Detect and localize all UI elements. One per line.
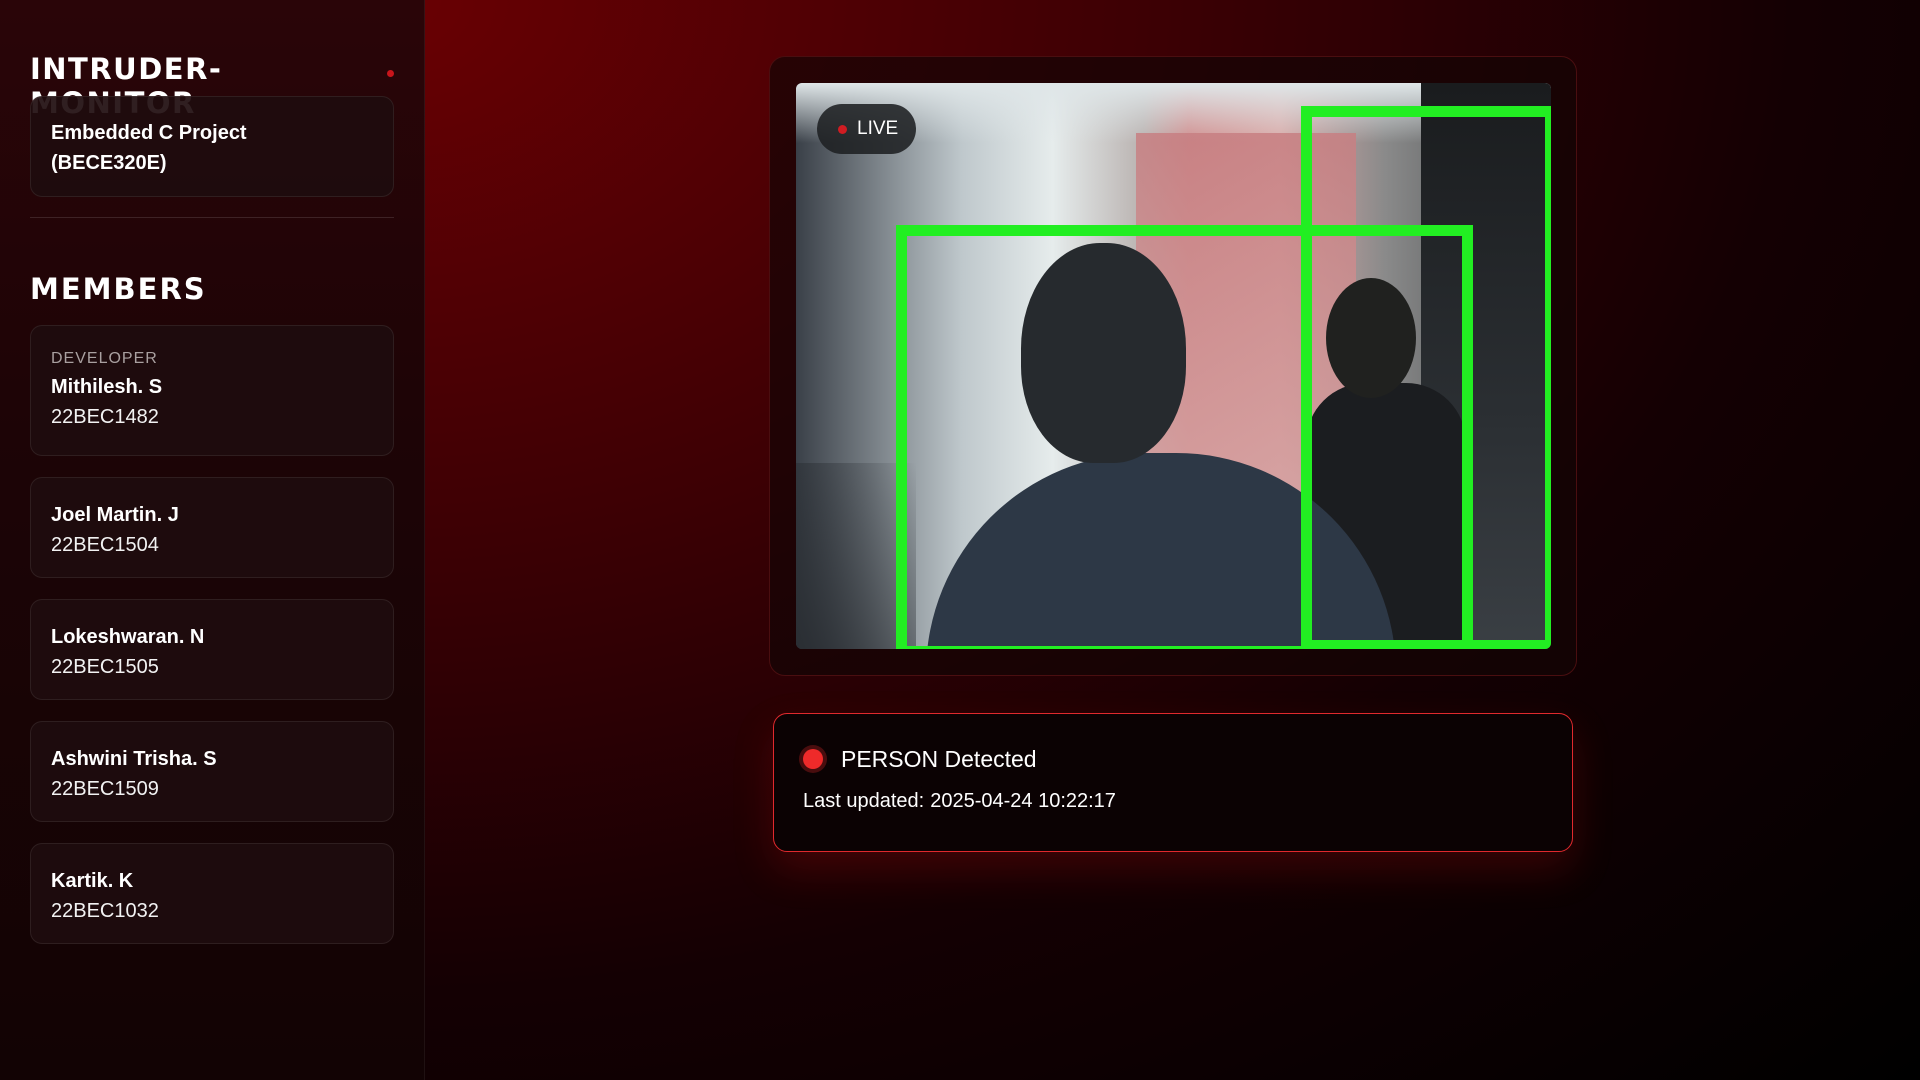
last-updated-label: Last updated: <box>803 790 925 812</box>
live-label: LIVE <box>857 118 899 139</box>
alert-dot-icon <box>803 749 823 769</box>
member-name: Ashwini Trisha. S <box>51 748 217 770</box>
member-name: Mithilesh. S <box>51 376 163 398</box>
live-dot-icon <box>838 124 847 134</box>
members-heading: MEMBERS <box>30 272 207 306</box>
member-card: Joel Martin. J 22BEC1504 <box>30 477 394 578</box>
video-panel: LIVE <box>769 56 1577 676</box>
last-updated-value: 2025-04-24 10:22:17 <box>930 790 1116 812</box>
member-role: DEVELOPER <box>51 350 158 367</box>
member-id: 22BEC1505 <box>51 656 159 678</box>
member-card: DEVELOPER Mithilesh. S 22BEC1482 <box>30 325 394 456</box>
member-card: Ashwini Trisha. S 22BEC1509 <box>30 721 394 822</box>
status-row: PERSON Detected <box>803 744 1543 774</box>
project-card: Embedded C Project (BECE320E) <box>30 96 394 197</box>
camera-feed: LIVE <box>796 83 1551 649</box>
detection-status-card: PERSON Detected Last updated: 2025-04-24… <box>773 713 1573 852</box>
member-card: Kartik. K 22BEC1032 <box>30 843 394 944</box>
detection-box <box>1301 106 1551 649</box>
project-name: Embedded C Project <box>51 122 247 144</box>
project-code: (BECE320E) <box>51 152 167 174</box>
brand-status-dot-icon <box>387 70 394 77</box>
sidebar-divider <box>30 217 394 218</box>
last-updated: Last updated: 2025-04-24 10:22:17 <box>803 790 1543 813</box>
status-message: PERSON Detected <box>841 745 1037 772</box>
member-id: 22BEC1504 <box>51 534 159 556</box>
member-name: Lokeshwaran. N <box>51 626 205 648</box>
member-name: Joel Martin. J <box>51 504 179 526</box>
member-id: 22BEC1509 <box>51 778 159 800</box>
member-card: Lokeshwaran. N 22BEC1505 <box>30 599 394 700</box>
member-id: 22BEC1482 <box>51 406 159 428</box>
member-name: Kartik. K <box>51 870 134 892</box>
member-list: DEVELOPER Mithilesh. S 22BEC1482 Joel Ma… <box>30 325 394 965</box>
live-badge: LIVE <box>817 104 916 154</box>
member-id: 22BEC1032 <box>51 900 159 922</box>
brand-title: INTRUDER-MONITOR <box>30 52 394 120</box>
